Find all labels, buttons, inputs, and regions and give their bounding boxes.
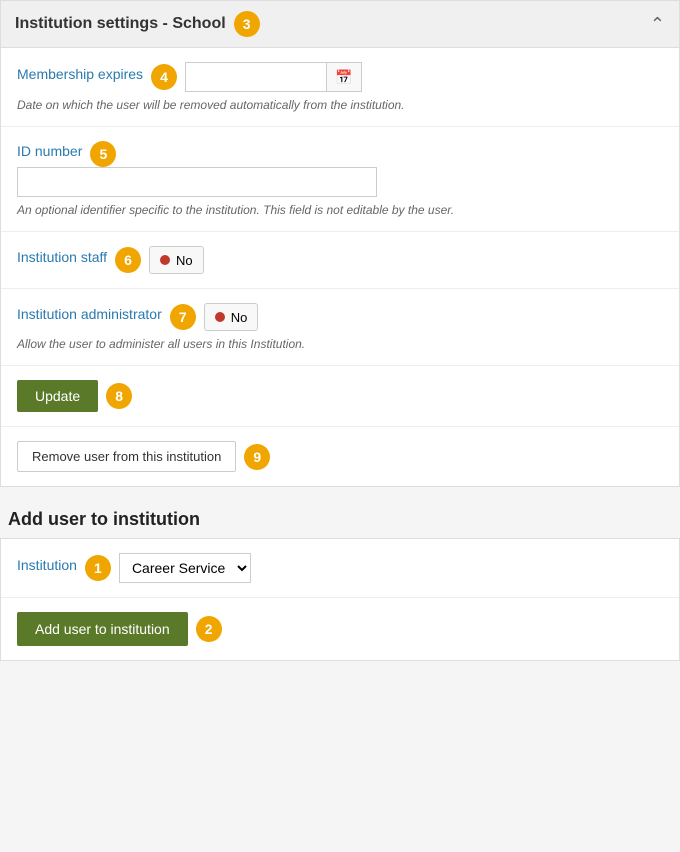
update-button[interactable]: Update (17, 380, 98, 412)
add-user-section: Add user to institution Institution 1 Ca… (0, 495, 680, 661)
panel-title-row: Institution settings - School 3 (15, 11, 260, 37)
id-number-label: ID number (17, 143, 82, 159)
remove-user-button[interactable]: Remove user from this institution (17, 441, 236, 472)
id-number-input[interactable] (17, 167, 377, 197)
id-label-row: ID number 5 (17, 141, 663, 167)
membership-hint: Date on which the user will be removed a… (17, 98, 663, 112)
membership-label: Membership expires (17, 66, 143, 82)
institution-staff-badge: 6 (115, 247, 141, 273)
update-button-row: Update 8 (17, 380, 663, 412)
institution-admin-badge: 7 (170, 304, 196, 330)
panel-header: Institution settings - School 3 ⌃ (1, 1, 679, 48)
add-button-inline: Add user to institution 2 (17, 612, 663, 646)
add-button-row: Add user to institution 2 (1, 598, 679, 660)
id-number-row: ID number 5 An optional identifier speci… (1, 127, 679, 232)
add-user-to-institution-button[interactable]: Add user to institution (17, 612, 188, 646)
institution-label-row: Institution 1 Career Service (17, 553, 663, 583)
remove-button-row: Remove user from this institution 9 (17, 441, 663, 472)
add-button-badge: 2 (196, 616, 222, 642)
panel-title-badge: 3 (234, 11, 260, 37)
admin-toggle-label: No (231, 310, 248, 325)
institution-admin-label: Institution administrator (17, 306, 162, 322)
institution-select-badge: 1 (85, 555, 111, 581)
membership-badge: 4 (151, 64, 177, 90)
membership-label-row: Membership expires 4 📅 (17, 62, 663, 92)
id-number-hint: An optional identifier specific to the i… (17, 203, 663, 217)
remove-badge: 9 (244, 444, 270, 470)
add-section-title: Add user to institution (0, 495, 680, 538)
panel-title: Institution settings - School (15, 15, 226, 33)
staff-toggle-dot (160, 255, 170, 265)
calendar-icon[interactable]: 📅 (326, 63, 360, 91)
update-badge: 8 (106, 383, 132, 409)
institution-settings-panel: Institution settings - School 3 ⌃ Member… (0, 0, 680, 487)
institution-select[interactable]: Career Service (119, 553, 251, 583)
staff-label-row: Institution staff 6 No (17, 246, 663, 274)
admin-hint: Allow the user to administer all users i… (17, 337, 663, 351)
add-user-panel: Institution 1 Career Service Add user to… (0, 538, 680, 661)
staff-toggle-label: No (176, 253, 193, 268)
remove-row: Remove user from this institution 9 (1, 427, 679, 486)
institution-select-label: Institution (17, 557, 77, 573)
admin-toggle-dot (215, 312, 225, 322)
collapse-icon[interactable]: ⌃ (650, 14, 665, 35)
institution-staff-row: Institution staff 6 No (1, 232, 679, 289)
membership-date-input-wrapper: 📅 (185, 62, 361, 92)
institution-staff-toggle[interactable]: No (149, 246, 204, 274)
admin-label-row: Institution administrator 7 No (17, 303, 663, 331)
membership-date-input[interactable] (186, 63, 326, 91)
panel-body: Membership expires 4 📅 Date on which the… (1, 48, 679, 486)
institution-admin-row: Institution administrator 7 No Allow the… (1, 289, 679, 366)
institution-admin-toggle[interactable]: No (204, 303, 259, 331)
institution-staff-label: Institution staff (17, 249, 107, 265)
institution-select-row: Institution 1 Career Service (1, 539, 679, 598)
id-number-badge: 5 (90, 141, 116, 167)
membership-expires-row: Membership expires 4 📅 Date on which the… (1, 48, 679, 127)
update-row: Update 8 (1, 366, 679, 427)
